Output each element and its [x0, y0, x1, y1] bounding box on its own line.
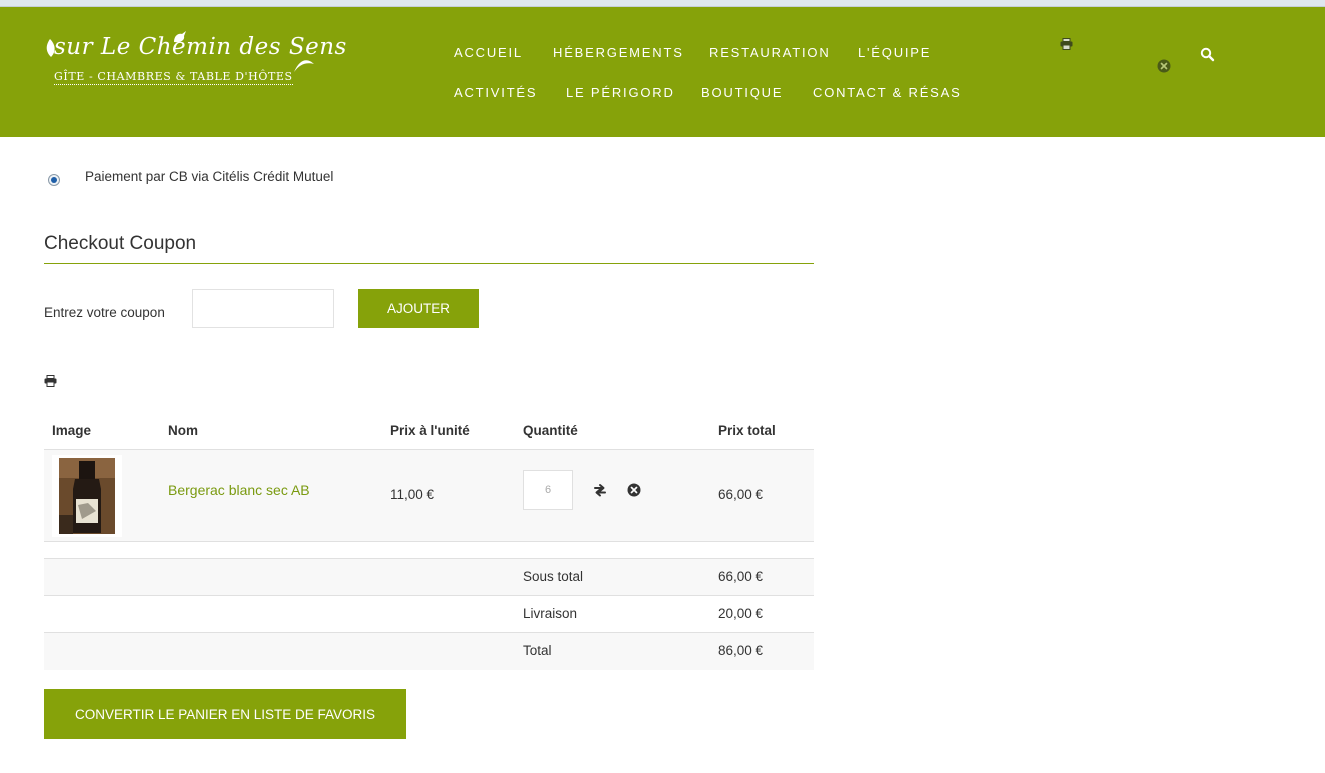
column-header-image: Image: [52, 423, 92, 438]
payment-radio[interactable]: [48, 174, 60, 186]
product-image[interactable]: [52, 455, 122, 537]
print-icon[interactable]: [44, 375, 57, 387]
column-header-quantity: Quantité: [523, 423, 578, 438]
convert-to-favorites-button[interactable]: CONVERTIR LE PANIER EN LISTE DE FAVORIS: [44, 689, 406, 739]
bird-icon: [174, 31, 186, 43]
payment-option-label: Paiement par CB via Citélis Crédit Mutue…: [85, 169, 334, 184]
nav-hebergements[interactable]: HÉBERGEMENTS: [553, 45, 684, 60]
close-circle-icon[interactable]: [1157, 59, 1171, 73]
unit-price: 11,00 €: [390, 487, 435, 502]
column-header-name: Nom: [168, 423, 198, 438]
leaf-branch-icon: [294, 60, 314, 72]
wine-bottle-image: [59, 458, 115, 534]
subtotal-row: Sous total 66,00 €: [44, 559, 814, 596]
coupon-title-rule: [44, 263, 814, 264]
shipping-row: Livraison 20,00 €: [44, 596, 814, 633]
coupon-label: Entrez votre coupon: [44, 305, 165, 320]
table-divider: [44, 541, 814, 542]
shipping-label: Livraison: [523, 606, 578, 621]
add-coupon-button[interactable]: AJOUTER: [358, 289, 479, 328]
product-name-link[interactable]: Bergerac blanc sec AB: [168, 482, 310, 498]
subtotal-value: 66,00 €: [718, 569, 764, 584]
nav-accueil[interactable]: ACCUEIL: [454, 45, 523, 60]
subtotal-label: Sous total: [523, 569, 584, 584]
column-header-unit-price: Prix à l'unité: [390, 423, 470, 438]
nav-perigord[interactable]: LE PÉRIGORD: [566, 85, 675, 100]
coupon-input[interactable]: [192, 289, 334, 328]
nav-restauration[interactable]: RESTAURATION: [709, 45, 831, 60]
site-logo[interactable]: sur Le Chemin des Sens GÎTE - CHAMBRES &…: [44, 30, 346, 98]
column-header-total: Prix total: [718, 423, 776, 438]
nav-contact-resas[interactable]: CONTACT & RÉSAS: [813, 85, 962, 100]
coupon-title: Checkout Coupon: [44, 233, 197, 254]
browser-top-strip: [0, 0, 1325, 7]
logo-subtitle: GÎTE - CHAMBRES & TABLE D'HÔTES: [54, 70, 293, 85]
total-label: Total: [523, 643, 552, 658]
remove-item-icon[interactable]: [627, 483, 641, 497]
nav-equipe[interactable]: L'ÉQUIPE: [858, 45, 931, 60]
nav-boutique[interactable]: BOUTIQUE: [701, 85, 783, 100]
update-refresh-icon[interactable]: [593, 483, 607, 497]
quantity-input[interactable]: 6: [523, 470, 573, 510]
print-icon[interactable]: [1060, 38, 1073, 50]
total-value: 86,00 €: [718, 643, 764, 658]
search-icon[interactable]: [1200, 47, 1215, 62]
total-row: Total 86,00 €: [44, 633, 814, 670]
nav-activites[interactable]: ACTIVITÉS: [454, 85, 537, 100]
row-total-price: 66,00 €: [718, 487, 764, 502]
shipping-value: 20,00 €: [718, 606, 764, 621]
